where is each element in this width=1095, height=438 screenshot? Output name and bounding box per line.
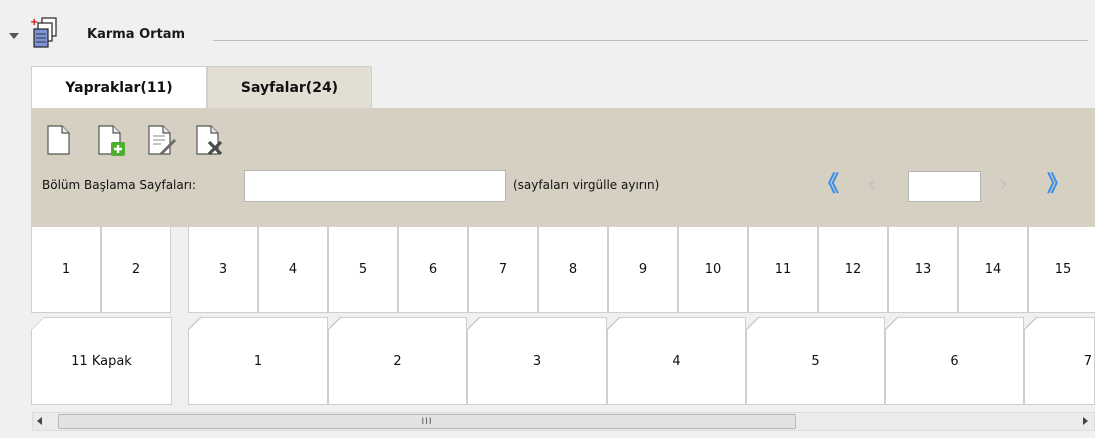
sheet-label: 3 xyxy=(532,353,542,369)
sheet-label: 2 xyxy=(393,353,402,369)
sheet-label: 5 xyxy=(811,353,820,369)
svg-text:+: + xyxy=(30,17,38,28)
page-cell[interactable]: 15 xyxy=(1028,227,1095,313)
page-number-input[interactable] xyxy=(908,171,981,202)
page-grid: 1 2 3 4 5 6 7 8 9 10 11 12 13 14 15 11 K… xyxy=(0,227,1095,410)
edit-page-icon[interactable] xyxy=(143,122,177,158)
scroll-left-arrow-icon[interactable] xyxy=(37,417,42,425)
page-cell[interactable]: 8 xyxy=(538,227,608,313)
page-cell[interactable]: 3 xyxy=(188,227,258,313)
page-cell[interactable]: 2 xyxy=(101,227,171,313)
page-corner-icon xyxy=(188,317,202,331)
start-pages-label: Bölüm Başlama Sayfaları: xyxy=(42,178,197,192)
sheet-label: 7 xyxy=(1083,353,1092,369)
page-corner-icon xyxy=(607,317,621,331)
scroll-right-arrow-icon[interactable] xyxy=(1083,417,1088,425)
page-corner-icon xyxy=(31,317,45,331)
sheet-label: 6 xyxy=(950,353,959,369)
tab-pages[interactable]: Sayfalar(24) xyxy=(207,66,372,108)
page-row-group-1: 1 2 xyxy=(31,227,171,313)
sheet-cell[interactable]: 2 xyxy=(328,317,467,405)
page-corner-icon xyxy=(328,317,342,331)
horizontal-scrollbar[interactable]: III xyxy=(32,412,1095,431)
sheet-label: 11 Kapak xyxy=(71,353,132,369)
sheet-cell[interactable]: 11 Kapak xyxy=(31,317,172,405)
section-title: Karma Ortam xyxy=(87,27,186,42)
next-page-button[interactable]: › xyxy=(999,174,1008,196)
sheet-cell[interactable]: 1 xyxy=(188,317,328,405)
first-page-button[interactable]: 《 xyxy=(817,174,839,196)
sheet-cell[interactable]: 4 xyxy=(607,317,746,405)
page-cell[interactable]: 9 xyxy=(608,227,678,313)
page-cell[interactable]: 7 xyxy=(468,227,538,313)
page-cell[interactable]: 10 xyxy=(678,227,748,313)
sheet-label: 1 xyxy=(253,353,263,369)
mixed-media-header: + Karma Ortam xyxy=(0,0,1095,60)
sheet-cell[interactable]: 5 xyxy=(746,317,885,405)
page-corner-icon xyxy=(1024,317,1038,331)
page-cell[interactable]: 5 xyxy=(328,227,398,313)
tab-leaves[interactable]: Yapraklar(11) xyxy=(31,66,207,108)
pages-toolbar-panel: Bölüm Başlama Sayfaları: (sayfaları virg… xyxy=(31,108,1095,227)
sheet-cell[interactable]: 6 xyxy=(885,317,1024,405)
insert-page-icon[interactable] xyxy=(93,122,127,158)
previous-page-button[interactable]: ‹ xyxy=(867,174,876,196)
page-corner-icon xyxy=(885,317,899,331)
sheet-cell[interactable]: 3 xyxy=(467,317,607,405)
page-cell[interactable]: 11 xyxy=(748,227,818,313)
page-cell[interactable]: 4 xyxy=(258,227,328,313)
new-page-icon[interactable] xyxy=(42,122,76,158)
start-pages-input[interactable] xyxy=(244,170,506,202)
page-cell[interactable]: 13 xyxy=(888,227,958,313)
mixed-media-icon: + xyxy=(30,17,57,48)
separator-hint: (sayfaları virgülle ayırın) xyxy=(513,178,660,192)
last-page-button[interactable]: 》 xyxy=(1047,174,1069,196)
sheet-cell[interactable]: 7 xyxy=(1024,317,1095,405)
scrollbar-thumb[interactable]: III xyxy=(58,414,796,429)
delete-page-icon[interactable] xyxy=(191,122,225,158)
page-cell[interactable]: 6 xyxy=(398,227,468,313)
page-corner-icon xyxy=(467,317,481,331)
page-corner-icon xyxy=(746,317,760,331)
page-cell[interactable]: 14 xyxy=(958,227,1028,313)
collapse-arrow-icon[interactable] xyxy=(9,33,19,39)
page-cell[interactable]: 12 xyxy=(818,227,888,313)
page-row-group-2: 3 4 5 6 7 8 9 10 11 12 13 14 15 xyxy=(188,227,1095,313)
title-divider xyxy=(213,40,1088,41)
page-cell[interactable]: 1 xyxy=(31,227,101,313)
sheet-label: 4 xyxy=(672,353,681,369)
